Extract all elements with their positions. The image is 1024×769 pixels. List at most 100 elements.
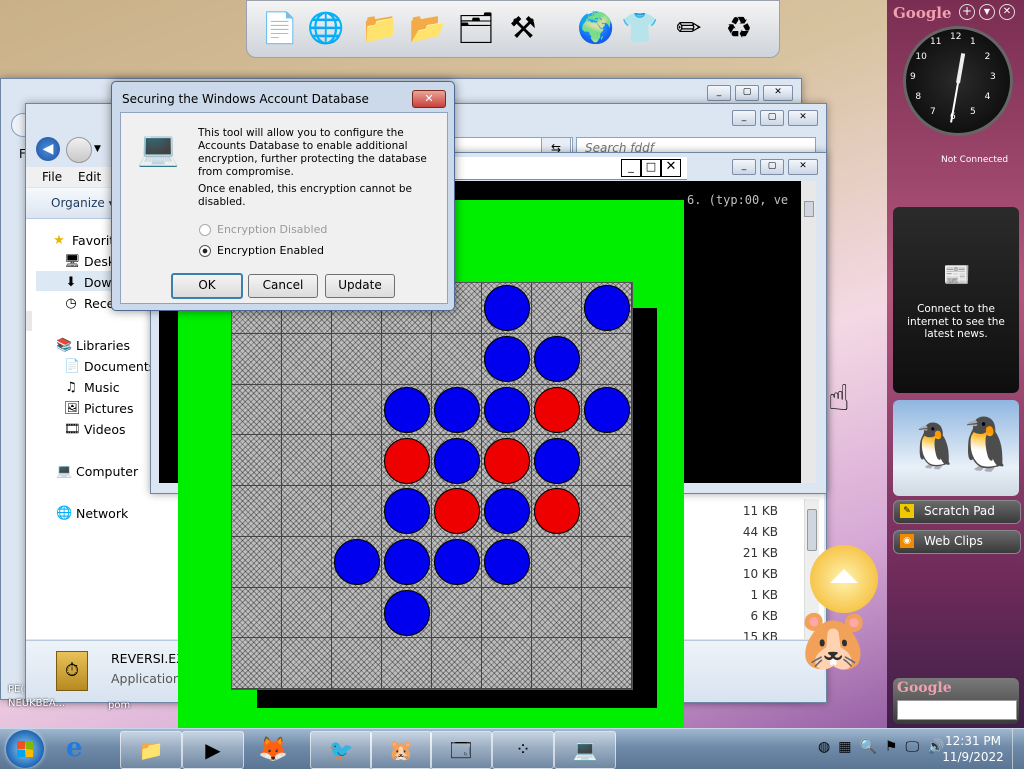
board-cell[interactable] (232, 435, 282, 486)
task-computer-icon[interactable]: 💻 (554, 731, 616, 769)
board-cell[interactable] (332, 384, 382, 436)
sidebar-item-documents[interactable]: 📄 Documents (64, 359, 155, 374)
minimize-button[interactable]: _ (707, 85, 731, 101)
board-cell[interactable] (282, 384, 332, 436)
scratch-pad-gadget[interactable]: ✎ Scratch Pad (893, 500, 1021, 524)
board-cell[interactable] (482, 638, 532, 689)
organize-button[interactable]: Organize ▼ (51, 196, 116, 210)
sidebar-item-network[interactable]: 🌐 Network (56, 506, 128, 521)
update-button[interactable]: Update (325, 274, 395, 298)
task-folder-icon[interactable]: 📁 (120, 731, 182, 769)
board-cell[interactable] (282, 435, 332, 486)
board-cell[interactable] (532, 536, 582, 588)
board-cell[interactable] (232, 384, 282, 436)
minimize-button[interactable]: _ (732, 110, 756, 126)
board-cell[interactable] (432, 638, 482, 689)
board-cell[interactable] (532, 638, 582, 689)
document-icon[interactable]: 📄 (261, 9, 298, 49)
board-cell[interactable] (582, 638, 632, 689)
tray-flag-icon[interactable]: ⚑ (885, 739, 898, 755)
close-button[interactable]: ✕ (763, 85, 793, 101)
task-domino-icon[interactable]: ⁘ (492, 731, 554, 769)
internet-explorer-icon[interactable]: e (66, 733, 83, 763)
ok-button[interactable]: OK (171, 273, 243, 299)
options-down-icon[interactable]: ▼ (979, 4, 995, 20)
board-cell[interactable] (282, 587, 332, 639)
board-cell[interactable] (282, 536, 332, 588)
board-cell[interactable] (282, 486, 332, 537)
tools-icon[interactable]: ⚒ (505, 9, 541, 49)
board-cell[interactable] (582, 435, 632, 486)
news-gadget[interactable]: 📰 Connect to the internet to see the lat… (893, 207, 1019, 393)
board-cell[interactable] (332, 333, 382, 385)
orange-circle-icon[interactable] (810, 545, 878, 613)
cancel-button[interactable]: Cancel (248, 274, 318, 298)
board-cell[interactable] (282, 333, 332, 385)
maximize-button[interactable]: ▢ (760, 110, 784, 126)
scrollbar-thumb[interactable] (804, 201, 814, 217)
board-cell[interactable] (432, 587, 482, 639)
pencil-tools-icon[interactable]: ✏ (671, 9, 707, 49)
board-cell[interactable] (232, 486, 282, 537)
desktop-label[interactable]: PE( (8, 684, 24, 695)
forward-arrow-icon[interactable] (66, 137, 92, 163)
board-cell[interactable] (332, 587, 382, 639)
menu-edit[interactable]: Edit (78, 170, 101, 184)
board-cell[interactable] (232, 587, 282, 639)
network-globe-icon[interactable]: 🌍 (577, 9, 614, 49)
board-cell[interactable] (232, 333, 282, 385)
task-hamster-icon[interactable]: 🐹 (370, 731, 432, 769)
add-gadget-icon[interactable]: + (959, 4, 975, 20)
maximize-button[interactable]: ▢ (735, 85, 759, 101)
board-cell[interactable] (232, 638, 282, 689)
sidebar-item-favorites[interactable]: ★ Favorit (52, 233, 114, 248)
google-search-input[interactable] (897, 700, 1017, 720)
sidebar-item-videos[interactable]: 🎞 Videos (64, 422, 126, 437)
sidebar-item-music[interactable]: ♫ Music (64, 380, 119, 395)
menu-file[interactable]: File (42, 170, 62, 184)
close-button[interactable]: ✕ (788, 159, 818, 175)
tray-search-icon[interactable]: 🔍 (859, 739, 876, 755)
start-button[interactable] (6, 730, 44, 768)
board-cell[interactable] (582, 486, 632, 537)
reversi-board[interactable] (231, 282, 633, 690)
close-icon[interactable]: ✕ (999, 4, 1015, 20)
board-cell[interactable] (532, 587, 582, 639)
folder-icon[interactable]: 📁 (361, 9, 398, 49)
sidebar-item-computer[interactable]: 💻 Computer (56, 464, 138, 479)
folder-pictures-icon[interactable]: 🗂 (457, 9, 495, 49)
board-cell[interactable] (582, 333, 632, 385)
back-arrow-icon[interactable]: ◀ (36, 137, 60, 161)
tshirt-icon[interactable]: 👕 (621, 9, 658, 49)
minimize-button[interactable]: _ (621, 159, 641, 177)
tray-chrome-icon[interactable]: ◍ (818, 739, 830, 755)
tray-network-icon[interactable]: ▦ (838, 739, 851, 755)
close-button[interactable]: ✕ (412, 90, 446, 108)
task-window-icon[interactable]: 🗔 (430, 731, 492, 769)
globe-icon[interactable]: 🌐 (307, 9, 344, 49)
analog-clock[interactable]: 121234567891011 (903, 26, 1013, 136)
console-scrollbar[interactable] (802, 181, 816, 483)
show-desktop-button[interactable] (1012, 729, 1024, 769)
board-cell[interactable] (382, 638, 432, 689)
board-cell[interactable] (332, 638, 382, 689)
close-button[interactable]: ✕ (788, 110, 818, 126)
tray-monitor-icon[interactable]: 🖵 (905, 739, 919, 755)
desktop-label[interactable]: NEUKBEA... (8, 698, 65, 709)
task-angry-birds-icon[interactable]: 🐦 (310, 731, 372, 769)
board-cell[interactable] (282, 638, 332, 689)
clock-area[interactable]: 12:31 PM 11/9/2022 (940, 733, 1006, 765)
firefox-icon[interactable]: 🦊 (258, 735, 288, 763)
maximize-button[interactable]: □ (641, 159, 661, 177)
board-cell[interactable] (232, 536, 282, 588)
maximize-button[interactable]: ▢ (760, 159, 784, 175)
sidebar-item-libraries[interactable]: 📚 Libraries (56, 338, 130, 353)
chevron-down-icon[interactable]: ▼ (94, 144, 101, 154)
board-cell[interactable] (432, 333, 482, 385)
scrollbar-thumb[interactable] (807, 509, 817, 551)
board-cell[interactable] (482, 587, 532, 639)
task-media-player-icon[interactable]: ▶ (182, 731, 244, 769)
board-cell[interactable] (582, 536, 632, 588)
board-cell[interactable] (332, 435, 382, 486)
pane-splitter[interactable] (26, 311, 32, 331)
